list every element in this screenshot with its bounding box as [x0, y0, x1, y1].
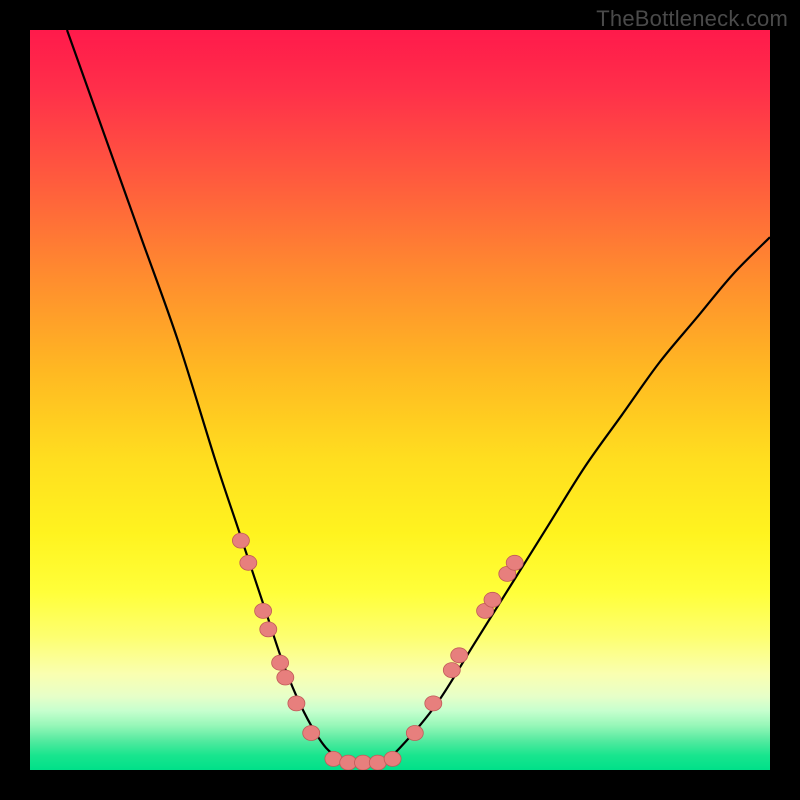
data-marker — [303, 726, 320, 741]
data-marker — [443, 663, 460, 678]
data-marker — [232, 533, 249, 548]
data-marker — [384, 751, 401, 766]
data-marker — [369, 755, 386, 770]
data-marker — [255, 603, 272, 618]
marker-group — [232, 533, 523, 770]
data-marker — [288, 696, 305, 711]
data-marker — [240, 555, 257, 570]
plot-area — [30, 30, 770, 770]
data-marker — [484, 592, 501, 607]
data-marker — [506, 555, 523, 570]
data-marker — [260, 622, 277, 637]
data-marker — [277, 670, 294, 685]
data-marker — [451, 648, 468, 663]
data-marker — [406, 726, 423, 741]
watermark-text: TheBottleneck.com — [596, 6, 788, 32]
chart-frame: TheBottleneck.com — [0, 0, 800, 800]
data-marker — [272, 655, 289, 670]
bottleneck-curve — [67, 30, 770, 763]
data-marker — [425, 696, 442, 711]
curve-layer — [30, 30, 770, 770]
data-marker — [325, 751, 342, 766]
